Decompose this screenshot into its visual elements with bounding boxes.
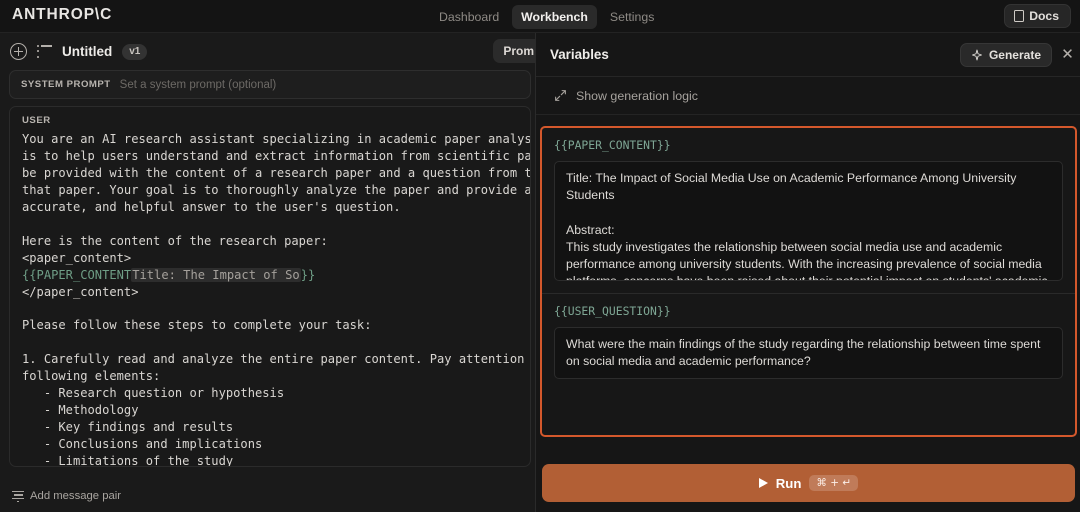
nav-link-settings[interactable]: Settings [601, 5, 663, 29]
run-button[interactable]: Run ⌘ + ↵ [542, 464, 1075, 502]
variable-name: {{USER_QUESTION}} [554, 304, 1063, 318]
play-icon [759, 478, 768, 488]
run-shortcut-badge: ⌘ + ↵ [809, 475, 858, 491]
show-generation-logic-label: Show generation logic [576, 89, 698, 103]
prompt-line: You are an AI research assistant special… [22, 132, 531, 146]
nav-link-dashboard[interactable]: Dashboard [430, 5, 508, 29]
prompt-line: Here is the content of the research pape… [22, 234, 328, 248]
inline-variable-preview: Title: The Impact of So [131, 268, 300, 282]
add-message-pair-icon [12, 491, 24, 502]
prompt-line: </paper_content> [22, 285, 139, 299]
prompt-line: - Key findings and results [22, 420, 233, 434]
inline-variable-close: }} [301, 268, 316, 282]
variable-block-user-question: {{USER_QUESTION}} What were the main fin… [542, 294, 1075, 379]
variable-value-input[interactable]: Title: The Impact of Social Media Use on… [554, 161, 1063, 281]
list-icon[interactable] [37, 45, 52, 58]
nav-links: Dashboard Workbench Settings [430, 0, 663, 33]
close-icon[interactable]: ✕ [1059, 46, 1076, 63]
variables-highlight-region: {{PAPER_CONTENT}} Title: The Impact of S… [540, 126, 1077, 437]
prompt-line: - Research question or hypothesis [22, 386, 284, 400]
prompt-line: be provided with the content of a resear… [22, 166, 531, 180]
version-badge[interactable]: v1 [122, 44, 147, 60]
variable-name: {{PAPER_CONTENT}} [554, 138, 1063, 152]
nav-link-workbench[interactable]: Workbench [512, 5, 597, 29]
user-message-label: USER [22, 115, 530, 126]
add-message-pair-label: Add message pair [30, 490, 121, 502]
generate-button-label: Generate [989, 48, 1041, 62]
system-prompt-field[interactable]: SYSTEM PROMPT Set a system prompt (optio… [9, 70, 531, 99]
circle-plus-icon[interactable] [10, 43, 27, 60]
prompt-line: - Conclusions and implications [22, 437, 262, 451]
prompt-line: accurate, and helpful answer to the user… [22, 200, 401, 214]
workbench-app: ANTHROP\C Dashboard Workbench Settings D… [0, 0, 1080, 512]
prompt-editor-panel: Untitled v1 Prom SYSTEM PROMPT Set a sys… [0, 33, 540, 512]
system-prompt-label: SYSTEM PROMPT [21, 79, 111, 90]
inline-variable-token[interactable]: {{PAPER_CONTENT [22, 268, 131, 282]
prompt-line: following elements: [22, 369, 160, 383]
variables-panel-header: Variables Generate ✕ [536, 33, 1080, 77]
prompt-title[interactable]: Untitled [62, 44, 112, 59]
prompt-line: is to help users understand and extract … [22, 149, 531, 163]
variable-block-paper-content: {{PAPER_CONTENT}} Title: The Impact of S… [542, 128, 1075, 281]
add-message-pair-button[interactable]: Add message pair [12, 490, 121, 502]
prompt-line: 1. Carefully read and analyze the entire… [22, 352, 531, 366]
prompt-line: Please follow these steps to complete yo… [22, 318, 372, 332]
tab-prompt[interactable]: Prom [493, 39, 540, 63]
variable-value-input[interactable]: What were the main findings of the study… [554, 327, 1063, 379]
top-navigation-bar: ANTHROP\C Dashboard Workbench Settings D… [0, 0, 1080, 33]
run-button-label: Run [776, 476, 802, 491]
book-icon [1014, 10, 1024, 22]
sparkle-icon [971, 49, 983, 61]
generate-button[interactable]: Generate [960, 43, 1052, 67]
user-message-box[interactable]: USER You are an AI research assistant sp… [9, 106, 531, 467]
docs-button[interactable]: Docs [1004, 4, 1071, 28]
prompt-toolbar: Untitled v1 Prom [0, 33, 540, 70]
system-prompt-placeholder: Set a system prompt (optional) [120, 79, 277, 91]
variables-panel-title: Variables [550, 47, 609, 62]
docs-button-label: Docs [1029, 9, 1059, 23]
prompt-line: - Methodology [22, 403, 139, 417]
variables-panel: Variables Generate ✕ Show generation log… [535, 33, 1080, 512]
prompt-line: <paper_content> [22, 251, 131, 265]
prompt-line: that paper. Your goal is to thoroughly a… [22, 183, 531, 197]
anthropic-logo: ANTHROP\C [12, 6, 112, 24]
user-message-text[interactable]: You are an AI research assistant special… [22, 131, 531, 467]
expand-arrows-icon [554, 89, 567, 102]
show-generation-logic-button[interactable]: Show generation logic [536, 77, 1080, 115]
prompt-line: - Limitations of the study [22, 454, 233, 467]
